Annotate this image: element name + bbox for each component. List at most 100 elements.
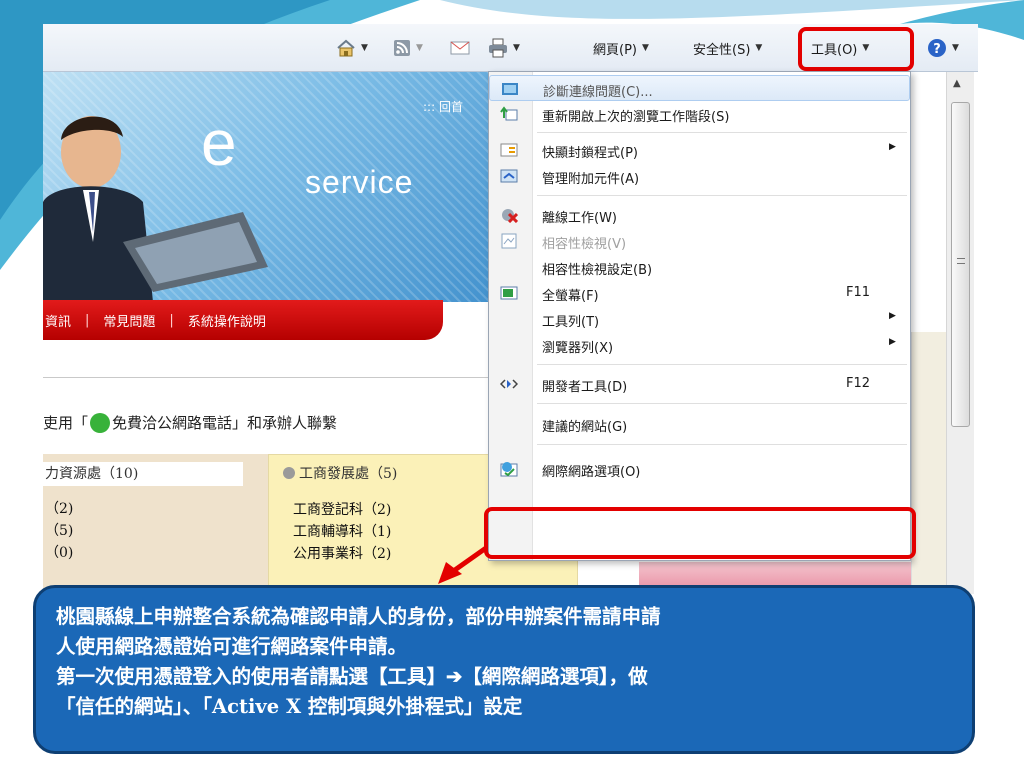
menu-item-toolbars[interactable]: 工具列(T) ▶ <box>489 306 910 332</box>
menu-item-compat-view[interactable]: 相容性檢視(V) <box>489 228 910 254</box>
menu-item-fullscreen[interactable]: 全螢幕(F) F11 <box>489 280 910 306</box>
menu-item-label: 建議的網站(G) <box>542 420 628 435</box>
fullscreen-icon <box>500 286 518 300</box>
chevron-down-icon: ▼ <box>513 43 520 53</box>
submenu-arrow-icon: ▶ <box>889 337 896 347</box>
list-item[interactable]: （5) <box>45 520 73 542</box>
menu-item-internet-options[interactable]: 網際網路選項(O) <box>489 456 910 482</box>
nav-item-news[interactable]: 資訊 <box>45 311 71 330</box>
list-item[interactable]: 公用事業科（2) <box>293 543 391 565</box>
list-item[interactable]: （0) <box>45 542 73 564</box>
menu-item-suggested-sites[interactable]: 建議的網站(G) <box>489 411 910 437</box>
devtools-icon <box>500 379 518 389</box>
panel-title[interactable]: 力資源處（10) <box>43 462 243 486</box>
nav-item-faq[interactable]: 常見問題 <box>103 311 155 330</box>
scroll-thumb[interactable] <box>951 102 970 427</box>
menu-item-label: 相容性檢視設定(B) <box>542 263 653 278</box>
scroll-up-icon[interactable]: ▲ <box>953 78 961 89</box>
menu-item-label: 診斷連線問題(C)... <box>543 85 653 100</box>
home-button[interactable]: ▼ <box>336 36 368 60</box>
tools-dropdown-menu: 診斷連線問題(C)... 重新開啟上次的瀏覽工作階段(S) 快顯封鎖程式(P) … <box>488 71 911 561</box>
submenu-arrow-icon: ▶ <box>889 311 896 321</box>
menu-item-label: 離線工作(W) <box>542 211 617 226</box>
rss-feed-icon <box>394 40 410 56</box>
menu-item-label: 相容性檢視(V) <box>542 237 627 252</box>
notice-prefix: 吏用「 <box>43 414 89 432</box>
eservice-banner: ::: 回首 e service <box>43 72 518 302</box>
menu-item-reopen-session[interactable]: 重新開啟上次的瀏覽工作階段(S) <box>489 101 910 127</box>
reopen-session-icon <box>500 106 518 121</box>
page-menu-label: 網頁(P) <box>593 42 637 58</box>
menu-item-label: 管理附加元件(A) <box>542 172 640 187</box>
banner-e-text: e <box>201 107 237 179</box>
home-link[interactable]: ::: 回首 <box>423 98 463 115</box>
menu-item-developer-tools[interactable]: 開發者工具(D) F12 <box>489 371 910 397</box>
mail-button[interactable] <box>450 36 470 60</box>
callout-line: 第一次使用憑證登入的使用者請點選【工具】➔【網際網路選項】，做 <box>56 665 648 688</box>
svg-text:?: ? <box>933 42 941 57</box>
site-nav: 資訊 | 常見問題 | 系統操作說明 <box>43 300 443 340</box>
panel-list: 工商登記科（2) 工商輔導科（1) 公用事業科（2) <box>293 499 391 565</box>
nav-separator: | <box>169 312 174 328</box>
menu-separator <box>537 132 907 133</box>
menu-separator <box>537 364 907 365</box>
menu-item-work-offline[interactable]: 離線工作(W) <box>489 202 910 228</box>
divider <box>43 377 518 378</box>
menu-item-diagnose[interactable]: 診斷連線問題(C)... <box>489 75 910 101</box>
menu-item-popup-blocker[interactable]: 快顯封鎖程式(P) ▶ <box>489 137 910 163</box>
page-menu-button[interactable]: 網頁(P) ▼ <box>593 36 649 60</box>
notice-suffix[interactable]: 免費洽公網路電話」和承辦人聯繫 <box>112 412 337 433</box>
internet-options-icon <box>500 462 518 477</box>
vertical-scrollbar[interactable]: ▲ <box>946 72 974 594</box>
list-item[interactable]: （2) <box>45 498 73 520</box>
menu-item-label: 開發者工具(D) <box>542 380 628 395</box>
mail-icon <box>450 41 470 55</box>
help-icon: ? <box>928 39 946 57</box>
menu-separator <box>537 403 907 404</box>
submenu-arrow-icon: ▶ <box>889 142 896 152</box>
bullet-icon <box>283 467 295 479</box>
banner-service-text: service <box>305 164 414 200</box>
safety-menu-label: 安全性(S) <box>693 42 751 58</box>
page-right-boxes <box>911 332 946 592</box>
chevron-down-icon: ▼ <box>952 43 959 53</box>
panel-list: （2) （5) （0) <box>45 498 73 564</box>
feeds-button[interactable]: ▼ <box>393 36 423 60</box>
help-button[interactable]: ? ▼ <box>927 36 959 60</box>
panel-title-text: 工商發展處（5) <box>299 466 398 482</box>
internet-options-highlight <box>484 507 916 559</box>
menu-item-label: 重新開啟上次的瀏覽工作階段(S) <box>542 110 730 125</box>
chevron-down-icon: ▼ <box>416 43 423 53</box>
menu-item-label: 工具列(T) <box>542 315 600 330</box>
popup-blocker-icon <box>500 143 518 157</box>
menu-separator <box>537 444 907 445</box>
home-icon <box>337 39 355 57</box>
phone-notice: 吏用「 免費洽公網路電話」和承辦人聯繫 <box>43 412 337 433</box>
nav-item-manual[interactable]: 系統操作說明 <box>188 311 266 330</box>
printer-icon <box>489 38 507 58</box>
businessman-illustration <box>43 116 268 302</box>
shortcut-label: F12 <box>846 376 871 391</box>
compat-view-icon <box>501 233 517 249</box>
diagnose-icon <box>502 83 518 95</box>
list-item[interactable]: 工商輔導科（1) <box>293 521 391 543</box>
panel-title[interactable]: 工商發展處（5) <box>283 463 397 483</box>
menu-item-compat-settings[interactable]: 相容性檢視設定(B) <box>489 254 910 280</box>
menu-separator <box>537 195 907 196</box>
menu-item-label: 全螢幕(F) <box>542 289 599 304</box>
safety-menu-button[interactable]: 安全性(S) ▼ <box>693 36 762 60</box>
chevron-down-icon: ▼ <box>755 43 763 53</box>
nav-separator: | <box>85 312 90 328</box>
chevron-down-icon: ▼ <box>641 43 649 53</box>
menu-item-manage-addons[interactable]: 管理附加元件(A) <box>489 163 910 189</box>
chevron-down-icon: ▼ <box>361 43 368 53</box>
list-item[interactable]: 工商登記科（2) <box>293 499 391 521</box>
print-button[interactable]: ▼ <box>488 36 520 60</box>
grip-icon <box>957 258 965 264</box>
menu-item-explorer-bars[interactable]: 瀏覽器列(X) ▶ <box>489 332 910 358</box>
callout-line: 「信任的網站」、「Active X 控制項與外掛程式」設定 <box>56 695 523 718</box>
ie-command-bar: ▼ ▼ ▼ 網頁(P) ▼ 安全性(S) ▼ 工具(O) ▼ ? ▼ <box>43 24 978 72</box>
offline-icon <box>502 209 518 223</box>
menu-item-label: 網際網路選項(O) <box>542 465 641 480</box>
shortcut-label: F11 <box>846 285 871 300</box>
